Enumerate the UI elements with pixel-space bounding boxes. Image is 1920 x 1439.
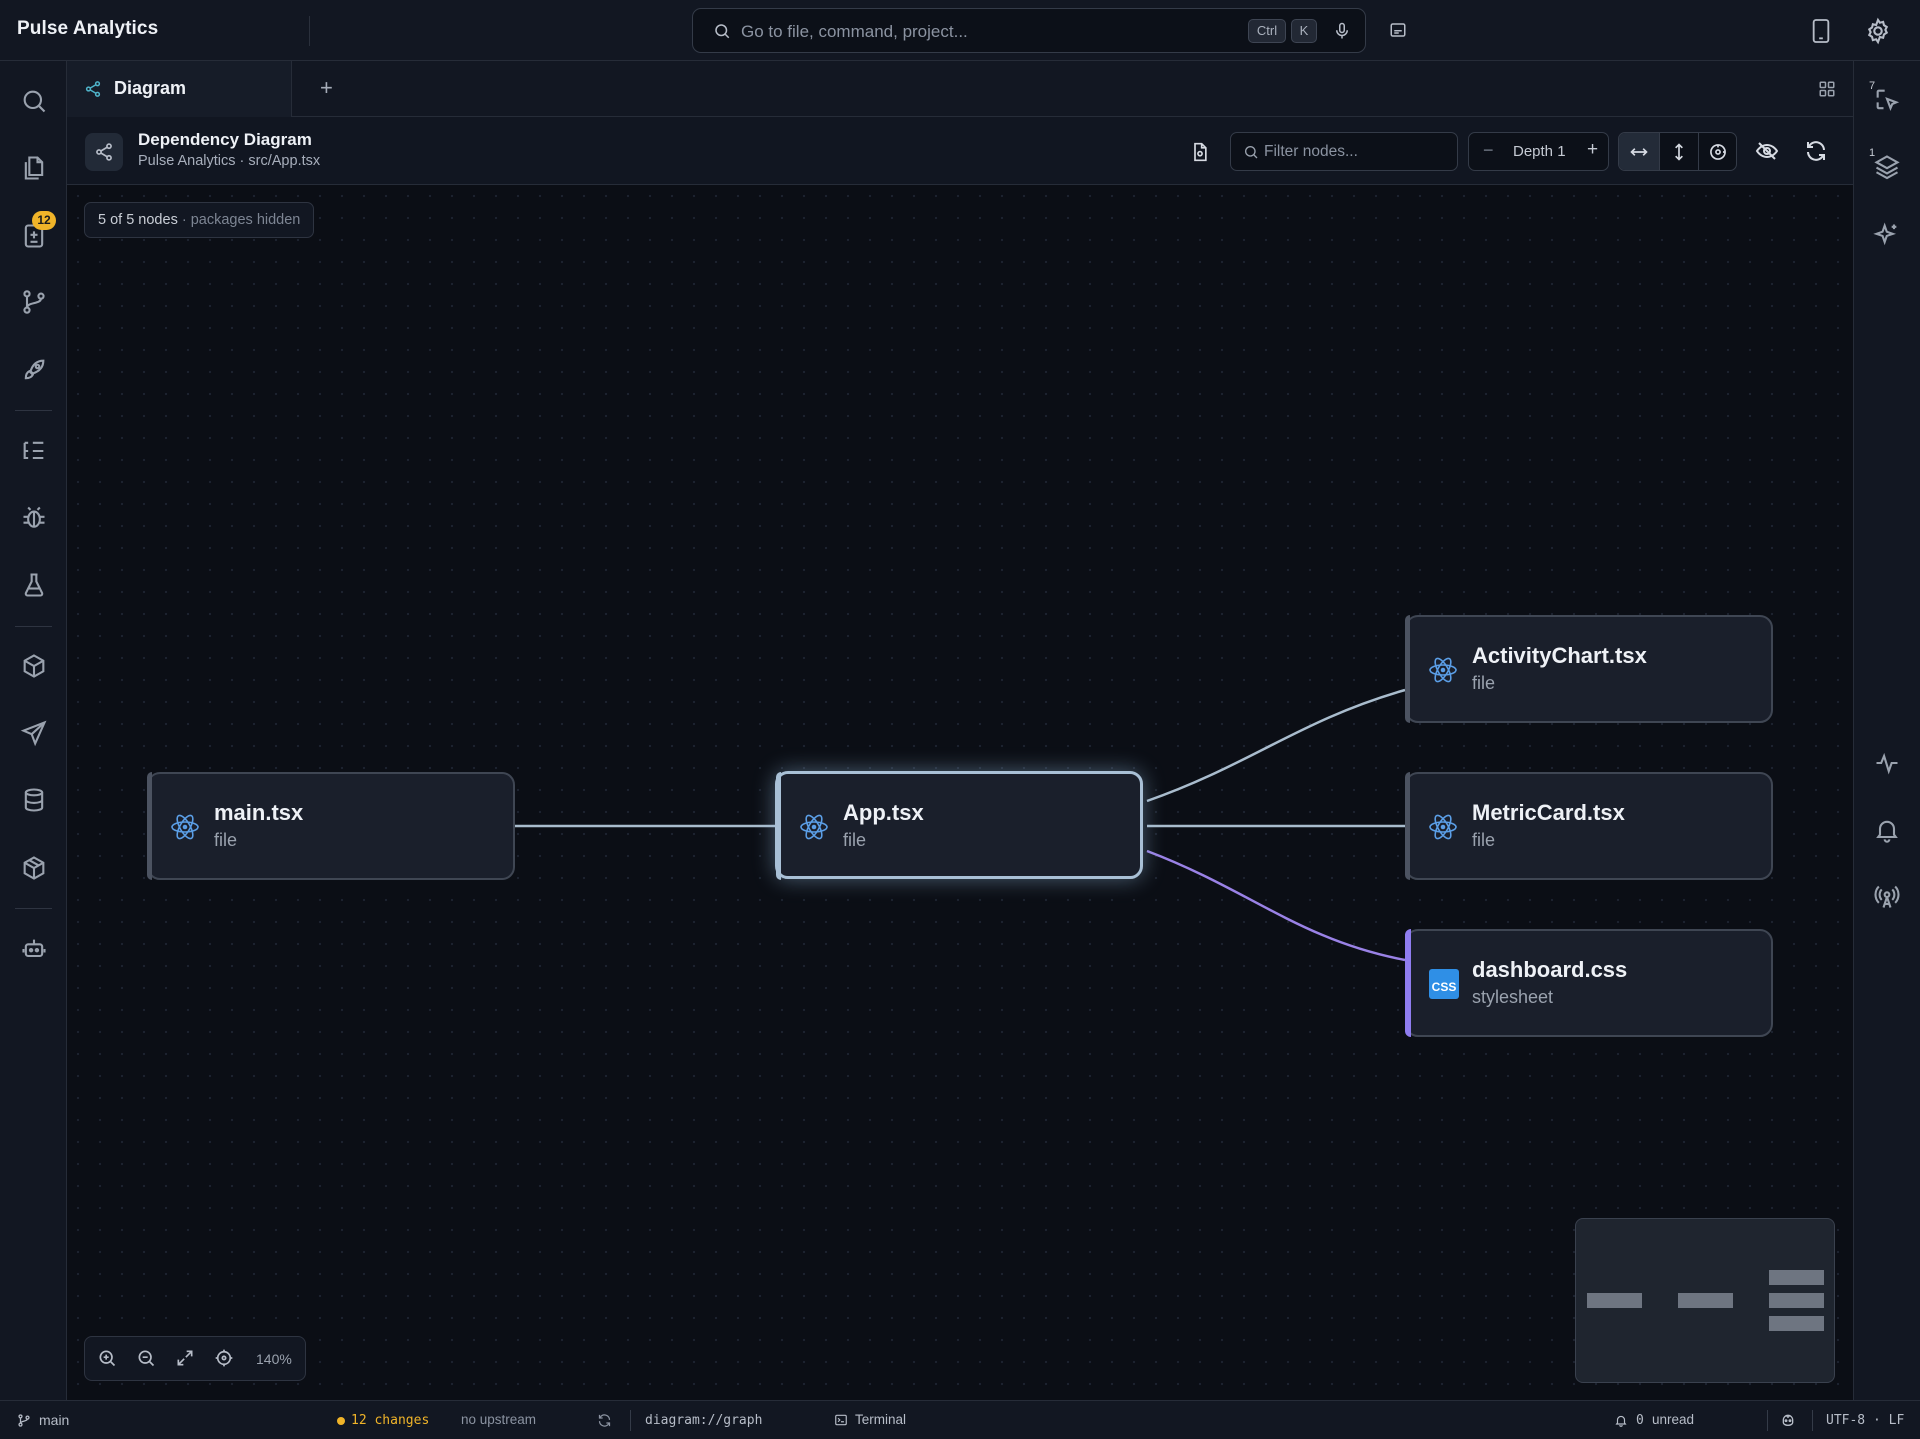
branch-icon — [18, 1414, 30, 1427]
minimap-node — [1769, 1270, 1824, 1285]
node-accent — [1405, 929, 1411, 1037]
node-type: stylesheet — [1472, 987, 1554, 1007]
node-accent — [1405, 615, 1410, 723]
react-icon — [1429, 657, 1457, 683]
document-uri: diagram://graph — [645, 1413, 763, 1428]
edge-app-to-dashboard-css — [1146, 849, 1406, 962]
node-type: file — [843, 830, 867, 850]
status-bar: main 12 changes no upstream diagram://gr… — [0, 1400, 1920, 1439]
graph-node[interactable]: MetricCard.tsx file — [1405, 772, 1773, 880]
branch-name[interactable]: main — [39, 1412, 69, 1428]
node-count-label: 5 of 5 nodes — [98, 212, 178, 228]
divider — [630, 1410, 631, 1431]
graph-node[interactable]: ActivityChart.tsx file — [1405, 615, 1773, 723]
terminal-icon — [835, 1414, 847, 1426]
react-icon — [171, 814, 199, 840]
node-name: dashboard.css — [1472, 957, 1628, 982]
bell-icon — [1615, 1415, 1627, 1427]
zoom-level: 140% — [256, 1351, 292, 1367]
graph-node[interactable]: main.tsx file — [147, 772, 515, 880]
graph-node-selected[interactable]: App.tsx file — [775, 771, 1143, 880]
packages-hidden-label: · packages hidden — [181, 212, 301, 228]
node-count-badge: 5 of 5 nodes · packages hidden — [84, 202, 315, 238]
sync-icon[interactable] — [597, 1413, 612, 1428]
zoom-controls: 140% — [84, 1336, 306, 1381]
node-name: main.tsx — [214, 800, 304, 825]
node-name: App.tsx — [843, 800, 924, 825]
node-type: file — [214, 830, 238, 850]
notification-label: unread — [1652, 1412, 1695, 1427]
upstream-status: no upstream — [461, 1412, 537, 1427]
minimap-node — [1587, 1293, 1642, 1308]
zoom-out-icon[interactable] — [136, 1348, 156, 1368]
node-type: file — [1472, 673, 1496, 693]
minimap-node — [1678, 1293, 1733, 1308]
react-icon — [1429, 814, 1457, 840]
node-name: MetricCard.tsx — [1472, 800, 1625, 825]
node-accent — [147, 772, 152, 880]
graph-node[interactable]: CSS dashboard.css stylesheet — [1405, 929, 1773, 1037]
divider — [1767, 1410, 1768, 1431]
node-type: file — [1472, 830, 1496, 850]
edge-app-to-activitychart — [1146, 688, 1406, 803]
node-name: ActivityChart.tsx — [1472, 643, 1647, 668]
divider — [1812, 1410, 1813, 1431]
copilot-icon[interactable] — [1780, 1412, 1796, 1428]
notification-count[interactable]: 0 — [1636, 1413, 1644, 1428]
minimap[interactable] — [1575, 1218, 1835, 1383]
react-icon — [800, 814, 828, 840]
css-icon: CSS — [1429, 969, 1459, 999]
changes-count[interactable]: 12 changes — [351, 1413, 429, 1428]
encoding-status[interactable]: UTF-8 · LF — [1826, 1413, 1904, 1428]
node-accent — [776, 772, 781, 880]
node-accent — [1405, 772, 1410, 880]
minimap-node — [1769, 1316, 1824, 1331]
minimap-node — [1769, 1293, 1824, 1308]
zoom-in-icon[interactable] — [97, 1348, 117, 1368]
terminal-button[interactable]: Terminal — [855, 1412, 906, 1427]
changes-indicator — [337, 1417, 345, 1425]
center-view-icon[interactable] — [214, 1348, 234, 1368]
fit-view-icon[interactable] — [175, 1348, 195, 1368]
